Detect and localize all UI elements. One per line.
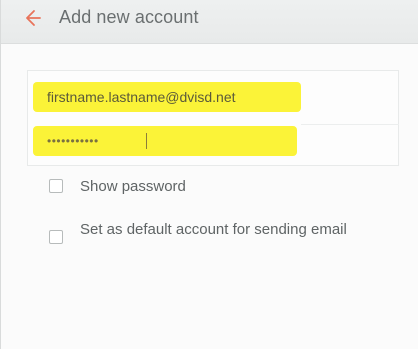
back-button[interactable] (19, 6, 43, 30)
default-account-checkbox[interactable] (49, 230, 63, 244)
password-field-container (33, 126, 297, 156)
add-account-screen: Add new account Show password Set as def… (0, 0, 418, 349)
show-password-label: Show password (80, 178, 186, 195)
default-account-option[interactable]: Set as default account for sending email (49, 220, 370, 244)
password-input[interactable] (33, 126, 297, 156)
show-password-checkbox[interactable] (49, 179, 63, 193)
show-password-option[interactable]: Show password (49, 177, 186, 196)
email-input[interactable] (33, 82, 301, 112)
page-title: Add new account (59, 7, 199, 27)
app-bar: Add new account (1, 0, 418, 44)
arrow-left-icon (26, 10, 41, 26)
default-account-label: Set as default account for sending email (80, 221, 347, 238)
text-cursor (146, 133, 147, 149)
field-divider (301, 124, 399, 125)
email-field-container (33, 82, 301, 112)
